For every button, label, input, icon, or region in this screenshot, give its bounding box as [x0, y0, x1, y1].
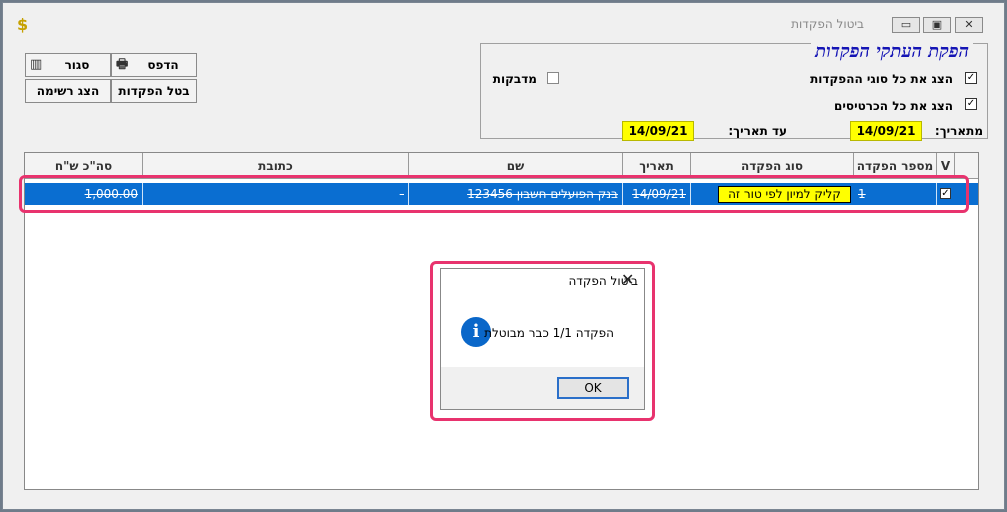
stickers-checkbox[interactable]	[547, 72, 559, 84]
window-title: ביטול הפקדות	[791, 17, 864, 31]
to-date-field[interactable]: 14/09/21	[622, 121, 694, 141]
close-window-button[interactable]: ✕	[955, 17, 983, 33]
row-highlight	[19, 175, 969, 213]
group-title: הפקת העתקי הפקדות	[811, 41, 973, 62]
dialog-message: הפקדה 1/1 כבר מבוטלת	[484, 326, 614, 340]
exit-icon: ▥	[30, 57, 43, 72]
printer-icon: 🖶	[116, 57, 129, 72]
title-bar: $ ביטול הפקדות ▭ ▣ ✕	[3, 3, 1004, 39]
dollar-app-icon: $	[17, 15, 29, 34]
from-date-field[interactable]: 14/09/21	[850, 121, 922, 141]
dialog-close-icon[interactable]: ✕	[621, 270, 634, 289]
stickers-label: מדבקות	[492, 72, 537, 86]
show-all-types-checkbox[interactable]: ✓	[965, 72, 977, 84]
cancel-deposits-button[interactable]: בטל הפקדות	[111, 79, 197, 103]
cancel-deposit-dialog: ביטול הפקדה ✕ i הפקדה 1/1 כבר מבוטלת OK	[440, 268, 645, 410]
show-all-types-label: הצג את כל סוגי ההפקדות	[810, 72, 953, 86]
restore-button[interactable]: ▣	[923, 17, 951, 33]
to-date-label: עד תאריך:	[728, 124, 787, 138]
ok-button[interactable]: OK	[557, 377, 629, 399]
filter-group: הפקת העתקי הפקדות ✓ הצג את כל סוגי ההפקד…	[480, 41, 988, 141]
show-list-button[interactable]: הצג רשימה	[25, 79, 111, 103]
show-all-cards-checkbox[interactable]: ✓	[965, 98, 977, 110]
from-date-label: מתאריך:	[934, 124, 983, 138]
dialog-footer: OK	[441, 367, 644, 409]
minimize-button[interactable]: ▭	[892, 17, 920, 33]
close-button[interactable]: ▥ סגור	[25, 53, 111, 77]
show-all-cards-label: הצג את כל הכרטיסים	[834, 99, 953, 113]
print-button[interactable]: 🖶 הדפס	[111, 53, 197, 77]
